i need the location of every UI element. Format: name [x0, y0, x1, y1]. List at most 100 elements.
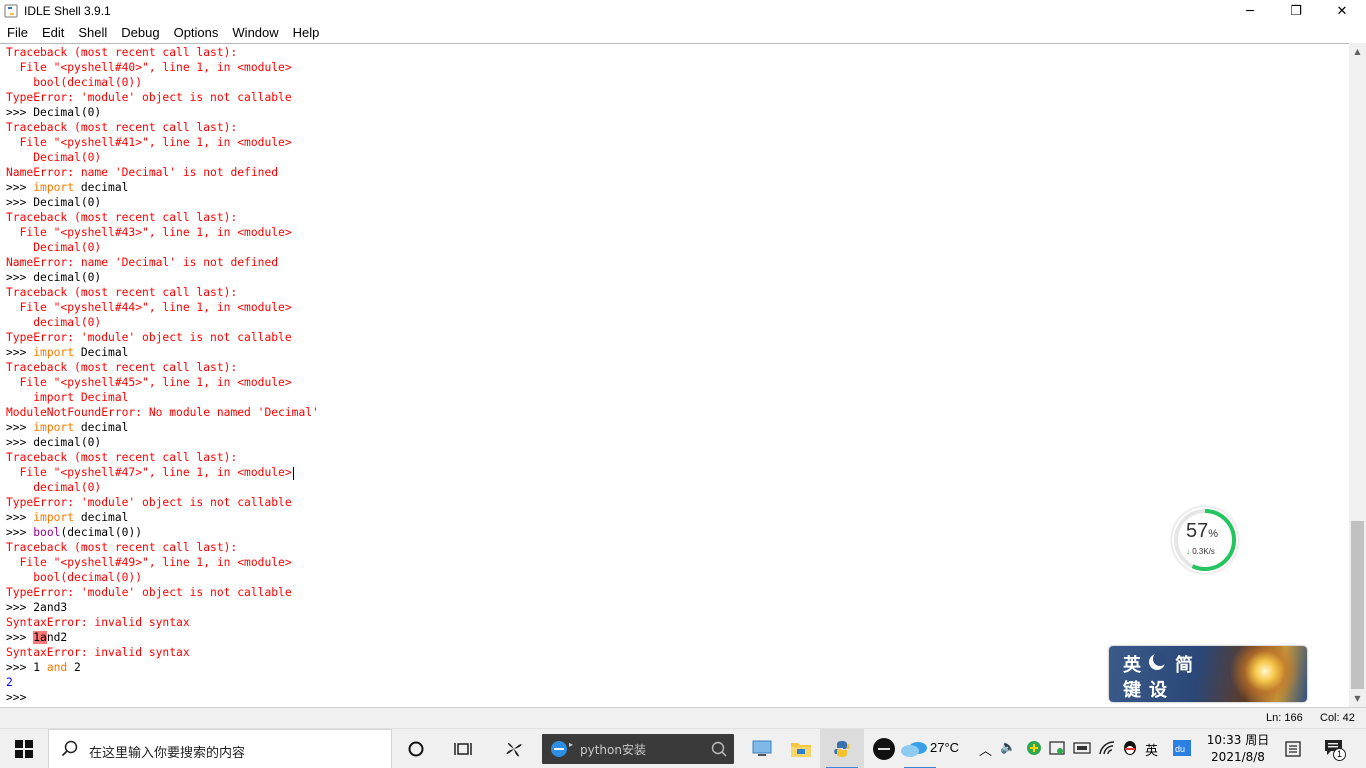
shell-text-segment: >>>: [6, 106, 34, 119]
shell-text-segment: import: [33, 511, 75, 524]
menu-window[interactable]: Window: [225, 22, 285, 43]
maximize-button[interactable]: ❐: [1273, 0, 1319, 22]
file-explorer-button[interactable]: [779, 729, 823, 768]
search-placeholder: 在这里输入你要搜索的内容: [89, 746, 246, 761]
ime-keyboard-button[interactable]: 键: [1123, 676, 1141, 702]
ime-language-toggle[interactable]: 英: [1123, 651, 1141, 677]
menu-shell[interactable]: Shell: [71, 22, 114, 43]
shell-line: NameError: name 'Decimal' is not defined: [6, 165, 319, 180]
ie-address-bar[interactable]: ▸ python安装: [542, 734, 734, 764]
qq-penguin-icon[interactable]: [1121, 739, 1139, 757]
shell-text-segment: decimal: [74, 421, 129, 434]
python-idle-taskbar-button[interactable]: [820, 729, 864, 768]
close-button[interactable]: ✕: [1319, 0, 1365, 22]
shell-text-segment: >>>: [6, 181, 34, 194]
pinwheel-icon: [506, 742, 522, 757]
shell-line: File "<pyshell#49>", line 1, in <module>: [6, 555, 319, 570]
temperature-text: 27°C: [930, 740, 960, 755]
shell-text-segment: bool(decimal(0)): [6, 76, 143, 89]
tray-ime-indicator[interactable]: 英: [1145, 740, 1158, 759]
taskbar-search-box[interactable]: 在这里输入你要搜索的内容: [48, 729, 392, 768]
folder-icon: [791, 743, 811, 757]
shell-line: File "<pyshell#43>", line 1, in <module>: [6, 225, 319, 240]
wifi-icon[interactable]: [1098, 740, 1116, 756]
ie-search-icon[interactable]: [710, 740, 728, 758]
shell-text-segment: Traceback (most recent call last):: [6, 451, 238, 464]
shell-text-segment: 2and3: [33, 601, 68, 614]
cortana-button[interactable]: [394, 729, 438, 768]
shell-text-segment: (decimal(0)): [60, 526, 143, 539]
scroll-thumb[interactable]: [1351, 521, 1364, 689]
scroll-up-arrow-icon[interactable]: ▲: [1349, 43, 1366, 60]
shell-line: Traceback (most recent call last):: [6, 450, 319, 465]
shell-line: >>> import Decimal: [6, 345, 319, 360]
shell-text-segment: >>>: [6, 691, 34, 704]
shell-text-segment: Traceback (most recent call last):: [6, 286, 238, 299]
task-view-button[interactable]: [441, 729, 485, 768]
security-tray-icon[interactable]: [1049, 740, 1065, 756]
shell-text-segment: File "<pyshell#41>", line 1, in <module>: [6, 136, 292, 149]
start-button[interactable]: [0, 729, 48, 768]
firework-decoration: [1229, 646, 1307, 702]
shell-line: 2: [6, 675, 319, 690]
minimize-button[interactable]: ─: [1227, 0, 1273, 22]
shell-text-segment: >>>: [6, 511, 34, 524]
menu-edit[interactable]: Edit: [35, 22, 71, 43]
scroll-down-arrow-icon[interactable]: ▼: [1349, 690, 1366, 707]
weather-button[interactable]: [900, 729, 936, 768]
shell-text-segment: File "<pyshell#49>", line 1, in <module>: [6, 556, 292, 569]
computer-app-button[interactable]: [740, 729, 784, 768]
shell-text-segment: Decimal: [74, 346, 129, 359]
shell-text-segment: Traceback (most recent call last):: [6, 211, 238, 224]
shell-text-segment: import: [33, 421, 75, 434]
menu-help[interactable]: Help: [286, 22, 327, 43]
shell-line: decimal(0): [6, 480, 319, 495]
shell-text-segment: TypeError: 'module' object is not callab…: [6, 91, 292, 104]
shell-text-segment: Decimal(0): [33, 106, 102, 119]
shell-text-segment: SyntaxError: invalid syntax: [6, 646, 190, 659]
vertical-scrollbar[interactable]: ▲ ▼: [1349, 43, 1366, 707]
task-list-icon[interactable]: [1285, 741, 1301, 757]
menu-file[interactable]: File: [0, 22, 35, 43]
menu-debug[interactable]: Debug: [114, 22, 166, 43]
device-tray-icon[interactable]: [1073, 741, 1091, 755]
task-view-icon: [454, 743, 472, 755]
shell-line: Traceback (most recent call last):: [6, 540, 319, 555]
moon-shadow: [1153, 652, 1167, 666]
baidu-du-icon[interactable]: du: [1172, 739, 1192, 757]
status-bar: Ln: 166 Col: 42: [0, 707, 1366, 728]
computer-icon: [752, 740, 772, 756]
network-speed-widget[interactable]: 57% ↓ 0.3K/s: [1172, 507, 1238, 573]
shell-text-segment: decimal: [74, 511, 129, 524]
show-hidden-icons-chevron-icon[interactable]: ︿: [979, 740, 992, 759]
ime-settings-button[interactable]: 设: [1149, 676, 1167, 702]
shell-text-segment: 2: [6, 676, 13, 689]
shell-line: >>> import decimal: [6, 180, 319, 195]
shell-text-segment: Traceback (most recent call last):: [6, 46, 238, 59]
notification-count-badge: 1: [1333, 748, 1346, 761]
menu-options[interactable]: Options: [167, 22, 226, 43]
shell-text-segment: decimal(0): [6, 316, 102, 329]
shell-text-segment: decimal(0): [6, 481, 102, 494]
shell-text-segment: bool(decimal(0)): [6, 571, 143, 584]
volume-icon[interactable]: 🔈: [1000, 740, 1016, 755]
shell-text-segment: ModuleNotFoundError: No module named 'De…: [6, 406, 319, 419]
shell-text-segment: Decimal(0): [6, 241, 102, 254]
title-bar: IDLE Shell 3.9.1 ─ ❐ ✕: [0, 0, 1366, 22]
shell-text-segment: Traceback (most recent call last):: [6, 121, 238, 134]
shell-line: File "<pyshell#47>", line 1, in <module>: [6, 465, 319, 480]
shell-line: >>> 1and2: [6, 630, 319, 645]
shell-text-segment: >>>: [6, 271, 34, 284]
green-plus-tray-icon[interactable]: [1026, 740, 1042, 756]
shell-line: >>> 1 and 2: [6, 660, 319, 675]
notification-center-button[interactable]: 1: [1324, 739, 1348, 761]
ime-toolbar[interactable]: 英 简 键 设: [1109, 646, 1307, 702]
shell-text-segment: >>>: [6, 631, 34, 644]
pinwheel-app-button[interactable]: [492, 729, 536, 768]
shell-text-segment: decimal(0): [33, 271, 102, 284]
ime-simplified-toggle[interactable]: 简: [1175, 651, 1193, 677]
shell-line: File "<pyshell#41>", line 1, in <module>: [6, 135, 319, 150]
cortana-circle-icon: [408, 741, 424, 757]
shell-text-area[interactable]: Traceback (most recent call last): File …: [0, 43, 1349, 707]
clock[interactable]: 10:33 周日 2021/8/8: [1206, 732, 1270, 766]
